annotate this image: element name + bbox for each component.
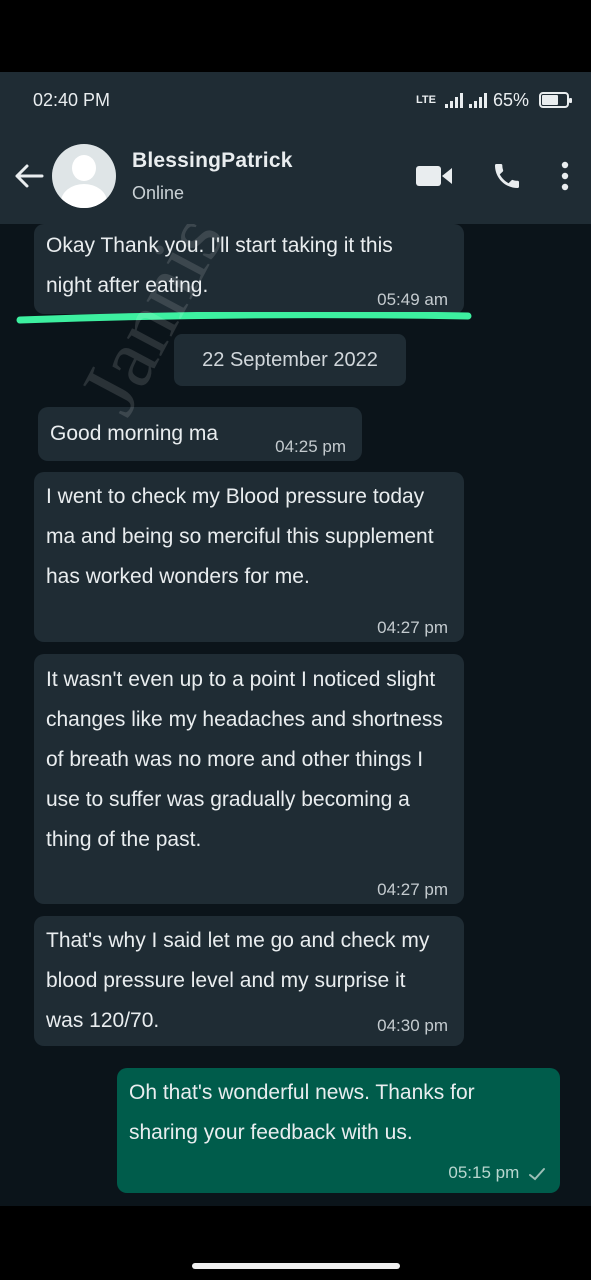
navigation-bar	[0, 1206, 591, 1280]
message-time: 04:30 pm	[377, 1016, 448, 1035]
sent-check-icon	[529, 1167, 545, 1180]
contact-status: Online	[132, 182, 185, 203]
message-bubble[interactable]: Okay Thank you. I'll start taking it thi…	[34, 224, 464, 314]
avatar[interactable]	[52, 144, 116, 208]
message-time: 05:49 am	[377, 290, 448, 309]
message-bubble[interactable]: That's why I said let me go and check my…	[34, 916, 464, 1046]
message-bubble-outgoing[interactable]: Oh that's wonderful news. Thanks for sha…	[117, 1068, 560, 1193]
signal-icon	[468, 92, 487, 108]
lte-icon: LTE	[415, 94, 436, 106]
header-actions	[415, 160, 591, 192]
top-black-bar	[0, 0, 591, 72]
message-text: Oh that's wonderful news. Thanks for sha…	[129, 1081, 475, 1144]
signal-icon	[444, 92, 463, 108]
voice-call-icon[interactable]	[491, 160, 523, 192]
message-time: 04:27 pm	[377, 880, 448, 899]
home-indicator[interactable]	[192, 1263, 400, 1269]
message-time: 04:25 pm	[275, 437, 346, 456]
status-bar: 02:40 PM LTE 65%	[0, 72, 591, 128]
message-time: 04:27 pm	[377, 618, 448, 637]
status-indicators: LTE 65%	[413, 89, 572, 111]
chat-header: BlessingPatrick Online	[0, 128, 591, 224]
message-time: 05:15 pm	[448, 1163, 546, 1183]
status-time: 02:40 PM	[33, 89, 111, 110]
message-bubble[interactable]: I went to check my Blood pressure today …	[34, 472, 464, 642]
video-call-icon[interactable]	[415, 164, 453, 188]
date-separator: 22 September 2022	[174, 334, 406, 386]
message-text: I went to check my Blood pressure today …	[46, 485, 434, 588]
battery-icon	[539, 92, 572, 108]
chat-area[interactable]: Okay Thank you. I'll start taking it thi…	[0, 224, 591, 1206]
battery-percent: 65%	[492, 89, 529, 110]
more-options-icon[interactable]	[561, 161, 569, 191]
message-bubble[interactable]: Good morning ma 04:25 pm	[38, 407, 362, 461]
message-bubble[interactable]: It wasn't even up to a point I noticed s…	[34, 654, 464, 904]
contact-info[interactable]: BlessingPatrick Online	[132, 149, 293, 204]
message-text: It wasn't even up to a point I noticed s…	[46, 668, 443, 851]
contact-name: BlessingPatrick	[132, 148, 293, 172]
back-arrow-icon[interactable]	[12, 156, 46, 196]
highlight-underline	[16, 312, 472, 324]
